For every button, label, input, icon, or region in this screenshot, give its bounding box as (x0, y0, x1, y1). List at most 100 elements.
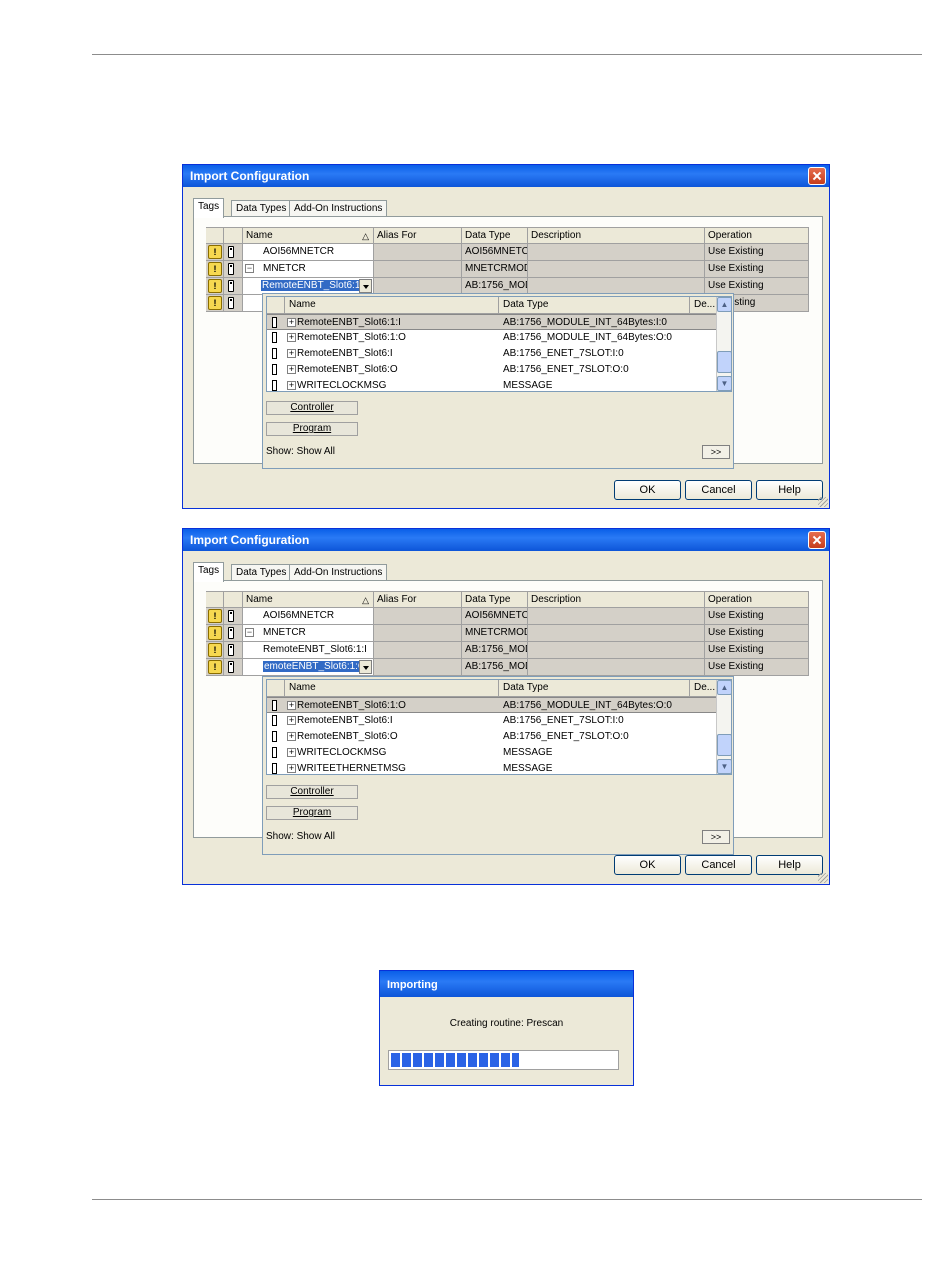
tag-icon (228, 280, 234, 292)
col-description[interactable]: Description (528, 591, 705, 608)
collapse-minus-icon[interactable]: − (245, 628, 254, 637)
close-icon[interactable] (808, 167, 826, 185)
list-item[interactable]: + RemoteENBT_Slot6:O AB:1756_ENET_7SLOT:O:… (267, 362, 718, 378)
more-options-button[interactable]: >> (702, 830, 730, 844)
scroll-down-icon[interactable]: ▼ (717, 759, 732, 774)
tab-tags[interactable]: Tags (193, 562, 225, 582)
name-combobox[interactable]: emoteENBT_Slot6:1:O (243, 659, 374, 676)
expand-plus-icon[interactable]: + (287, 732, 296, 741)
popup-col-name[interactable]: Name (285, 680, 499, 697)
list-item[interactable]: + RemoteENBT_Slot6:I AB:1756_ENET_7SLOT:I:… (267, 713, 718, 729)
list-item[interactable]: + WRITECLOCKMSG MESSAGE (267, 378, 718, 394)
table-row[interactable]: ! AOI56MNETCR AOI56MNETC Use Existing (206, 244, 809, 261)
warning-tag-icon: ! (208, 660, 222, 674)
close-icon[interactable] (808, 531, 826, 549)
col-description[interactable]: Description (528, 227, 705, 244)
col-data-type[interactable]: Data Type (462, 227, 528, 244)
popup-scrollbar[interactable]: ▲ ▼ (716, 297, 732, 391)
popup-scrollbar[interactable]: ▲ ▼ (716, 680, 732, 774)
list-item[interactable]: + RemoteENBT_Slot6:1:I AB:1756_MODULE_INT_… (267, 314, 718, 330)
help-button[interactable]: Help (756, 480, 823, 500)
row-operation[interactable]: Use Existing (705, 659, 809, 676)
expand-plus-icon[interactable]: + (287, 349, 296, 358)
chevron-down-icon[interactable] (359, 660, 372, 674)
chevron-down-icon[interactable] (359, 279, 372, 293)
scroll-thumb[interactable] (717, 734, 732, 756)
expand-plus-icon[interactable]: + (287, 318, 296, 327)
cancel-button[interactable]: Cancel (685, 855, 752, 875)
list-item[interactable]: + RemoteENBT_Slot6:I AB:1756_ENET_7SLOT:I:… (267, 346, 718, 362)
row-operation[interactable]: Use Existing (705, 608, 809, 625)
list-item[interactable]: + WRITEETHERNETMSG MESSAGE (267, 761, 718, 777)
dialog-titlebar: Import Configuration (183, 165, 829, 187)
row-operation[interactable]: Use Existing (705, 642, 809, 659)
expand-plus-icon[interactable]: + (287, 381, 296, 390)
tab-data-types[interactable]: Data Types (231, 564, 292, 581)
col-operation[interactable]: Operation (705, 227, 809, 244)
row-datatype: AB:1756_MOD (462, 642, 528, 659)
more-options-button[interactable]: >> (702, 445, 730, 459)
row-name: MNETCR (263, 627, 306, 638)
tab-data-types[interactable]: Data Types (231, 200, 292, 217)
expand-plus-icon[interactable]: + (287, 333, 296, 342)
popup-col-description[interactable]: De... (690, 297, 718, 314)
resize-grip-icon[interactable] (818, 497, 828, 507)
scroll-thumb[interactable] (717, 351, 732, 373)
table-row[interactable]: ! emoteENBT_Slot6:1:O AB:1756_MOD Use Ex… (206, 659, 809, 676)
popup-col-data-type[interactable]: Data Type (499, 297, 690, 314)
col-operation[interactable]: Operation (705, 591, 809, 608)
resize-grip-icon[interactable] (818, 873, 828, 883)
controller-scope-button[interactable]: Controller (266, 401, 358, 415)
tab-add-on-instructions[interactable]: Add-On Instructions (289, 564, 388, 581)
table-row[interactable]: ! RemoteENBT_Slot6:1:I AB:1756_MOD Use E… (206, 642, 809, 659)
row-operation[interactable]: Use Existing (705, 625, 809, 642)
table-row[interactable]: ! − MNETCR MNETCRMOD Use Existing (206, 261, 809, 278)
tab-tags[interactable]: Tags (193, 198, 225, 218)
tag-icon (272, 364, 277, 375)
importing-message: Creating routine: Prescan (449, 1018, 564, 1029)
expand-plus-icon[interactable]: + (287, 716, 296, 725)
controller-scope-button[interactable]: Controller (266, 785, 358, 799)
tag-browser-list: Name Data Type De... + RemoteENBT_Slot6:1… (266, 679, 732, 775)
tag-icon (228, 263, 234, 275)
program-scope-button[interactable]: Program (266, 422, 358, 436)
row-operation[interactable]: Use Existing (705, 261, 809, 278)
tab-add-on-instructions[interactable]: Add-On Instructions (289, 200, 388, 217)
ok-button[interactable]: OK (614, 855, 681, 875)
expand-plus-icon[interactable]: + (287, 701, 296, 710)
expand-plus-icon[interactable]: + (287, 365, 296, 374)
warning-tag-icon: ! (208, 643, 222, 657)
expand-plus-icon[interactable]: + (287, 748, 296, 757)
col-alias-for[interactable]: Alias For (374, 591, 462, 608)
popup-col-description[interactable]: De... (690, 680, 718, 697)
cancel-button[interactable]: Cancel (685, 480, 752, 500)
help-button[interactable]: Help (756, 855, 823, 875)
col-name[interactable]: Name △ (243, 591, 374, 608)
dialog-title: Import Configuration (190, 533, 310, 547)
expand-plus-icon[interactable]: + (287, 764, 296, 773)
list-item[interactable]: + RemoteENBT_Slot6:O AB:1756_ENET_7SLOT:O:… (267, 729, 718, 745)
warning-tag-icon: ! (208, 626, 222, 640)
program-scope-button[interactable]: Program (266, 806, 358, 820)
row-alias (374, 261, 462, 278)
table-row[interactable]: ! − MNETCR MNETCRMOD Use Existing (206, 625, 809, 642)
row-datatype: AOI56MNETC (462, 244, 528, 261)
row-alias (374, 642, 462, 659)
tag-icon (272, 348, 277, 359)
list-item[interactable]: + RemoteENBT_Slot6:1:O AB:1756_MODULE_INT_… (267, 330, 718, 346)
ok-button[interactable]: OK (614, 480, 681, 500)
row-alias (374, 244, 462, 261)
list-item[interactable]: + WRITECLOCKMSG MESSAGE (267, 745, 718, 761)
collapse-minus-icon[interactable]: − (245, 264, 254, 273)
col-data-type[interactable]: Data Type (462, 591, 528, 608)
popup-col-name[interactable]: Name (285, 297, 499, 314)
row-operation[interactable]: Use Existing (705, 244, 809, 261)
popup-col-data-type[interactable]: Data Type (499, 680, 690, 697)
col-name[interactable]: Name △ (243, 227, 374, 244)
list-item[interactable]: + RemoteENBT_Slot6:1:O AB:1756_MODULE_INT_… (267, 697, 718, 713)
scroll-down-icon[interactable]: ▼ (717, 376, 732, 391)
table-row[interactable]: ! AOI56MNETCR AOI56MNETC Use Existing (206, 608, 809, 625)
scroll-up-icon[interactable]: ▲ (717, 680, 732, 695)
col-alias-for[interactable]: Alias For (374, 227, 462, 244)
scroll-up-icon[interactable]: ▲ (717, 297, 732, 312)
